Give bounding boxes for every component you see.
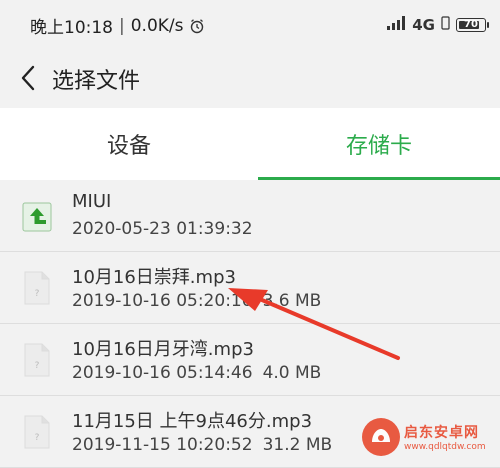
watermark: 启东安卓网 www.qdlqtdw.com — [362, 413, 492, 461]
network-type: 4G — [412, 16, 435, 34]
list-item-parent-folder[interactable]: MIUI 2020-05-23 01:39:32 — [0, 180, 500, 252]
status-right: 4G 70 — [386, 15, 489, 35]
watermark-name: 启东安卓网 — [404, 425, 479, 441]
unknown-file-icon: ? — [20, 413, 54, 451]
file-size: 3.6 MB — [262, 291, 322, 311]
chevron-left-icon — [21, 65, 35, 91]
file-size: 4.0 MB — [262, 363, 322, 383]
file-date: 2019-11-15 10:20:52 — [72, 435, 253, 455]
status-left: 晚上10:18 | 0.0K/s — [30, 13, 205, 38]
back-button[interactable] — [14, 62, 42, 94]
svg-text:?: ? — [35, 289, 40, 299]
unknown-file-icon: ? — [20, 341, 54, 379]
status-speed: 0.0K/s — [130, 15, 184, 36]
file-meta: 2019-11-15 10:20:52 31.2 MB — [72, 435, 332, 455]
file-meta: 2019-10-16 05:14:46 4.0 MB — [72, 363, 321, 383]
file-date: 2020-05-23 01:39:32 — [72, 219, 253, 239]
unknown-file-icon: ? — [20, 269, 54, 307]
battery-icon: 70 — [456, 18, 489, 32]
file-meta: 2019-10-16 05:20:10 3.6 MB — [72, 291, 321, 311]
svg-text:?: ? — [35, 433, 40, 443]
file-name: 10月16日崇拜.mp3 — [72, 267, 236, 288]
alarm-icon — [189, 18, 205, 34]
watermark-text: 启东安卓网 www.qdlqtdw.com — [404, 422, 486, 452]
list-item-file[interactable]: ? 10月16日月牙湾.mp3 2019-10-16 05:14:46 4.0 M… — [0, 324, 500, 396]
page-title: 选择文件 — [52, 69, 141, 94]
file-name: 11月15日 上午9点46分.mp3 — [72, 411, 313, 432]
battery-level: 70 — [464, 19, 478, 30]
file-date: 2019-10-16 05:20:10 — [72, 291, 253, 311]
tab-device[interactable]: 设备 — [0, 108, 258, 180]
title-bar: 选择文件 — [0, 48, 500, 108]
list-item-file[interactable]: ? 10月16日崇拜.mp3 2019-10-16 05:20:10 3.6 MB — [0, 252, 500, 324]
tab-bar: 设备 存储卡 — [0, 108, 500, 180]
file-date: 2019-10-16 05:14:46 — [72, 363, 253, 383]
status-separator: | — [119, 15, 125, 36]
file-name: 10月16日月牙湾.mp3 — [72, 339, 254, 360]
tab-storage-card[interactable]: 存储卡 — [258, 108, 500, 180]
file-meta: 2020-05-23 01:39:32 — [72, 219, 253, 239]
signal-icon — [386, 15, 406, 35]
file-size: 31.2 MB — [262, 435, 333, 455]
file-name: MIUI — [72, 191, 112, 212]
status-bar: 晚上10:18 | 0.0K/s 4G 70 — [0, 0, 500, 48]
status-time: 晚上10:18 — [30, 18, 113, 38]
svg-text:?: ? — [35, 361, 40, 371]
watermark-logo-icon — [362, 418, 400, 456]
sim-icon — [441, 15, 450, 35]
folder-up-icon — [20, 197, 54, 235]
watermark-url: www.qdlqtdw.com — [404, 442, 486, 452]
